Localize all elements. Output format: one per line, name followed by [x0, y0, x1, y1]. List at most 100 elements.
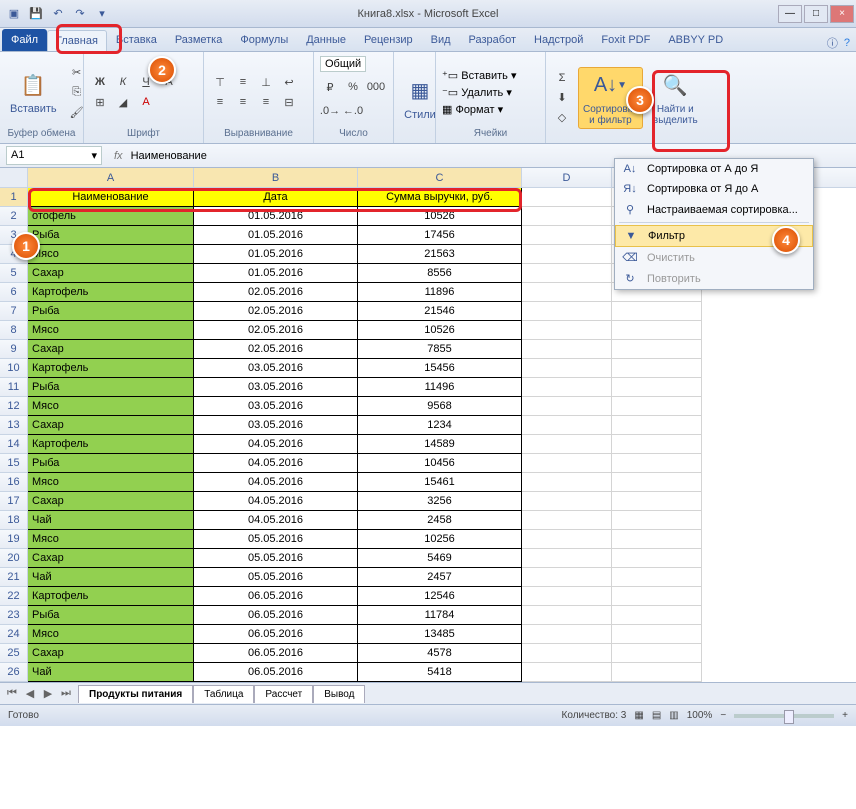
menu-custom-sort[interactable]: ⚲Настраиваемая сортировка...	[615, 199, 813, 220]
tab-file[interactable]: Файл	[2, 29, 47, 51]
qat-more-icon[interactable]: ▾	[92, 4, 112, 24]
cell[interactable]	[612, 492, 702, 511]
cell[interactable]	[522, 492, 612, 511]
cell[interactable]	[522, 530, 612, 549]
cell[interactable]: Сахар	[28, 492, 194, 511]
cell[interactable]: Сахар	[28, 264, 194, 283]
cell[interactable]	[522, 302, 612, 321]
align-center-icon[interactable]: ≡	[233, 93, 253, 111]
decrease-decimal-icon[interactable]: ←.0	[343, 102, 363, 120]
close-button[interactable]: ×	[830, 5, 854, 23]
cell[interactable]: Чай	[28, 511, 194, 530]
header-cell[interactable]: Дата	[194, 188, 358, 207]
row-header[interactable]: 15	[0, 454, 28, 473]
cell[interactable]	[612, 378, 702, 397]
tab-view[interactable]: Вид	[422, 29, 460, 51]
tab-data[interactable]: Данные	[297, 29, 355, 51]
cell[interactable]	[522, 663, 612, 682]
view-normal-icon[interactable]: ▦	[634, 710, 643, 721]
cell[interactable]: 1234	[358, 416, 522, 435]
col-header-B[interactable]: B	[194, 168, 358, 187]
cell[interactable]	[522, 226, 612, 245]
cell[interactable]: 01.05.2016	[194, 226, 358, 245]
cell[interactable]	[612, 587, 702, 606]
name-box[interactable]: A1▾	[6, 146, 102, 165]
cell[interactable]: 02.05.2016	[194, 283, 358, 302]
row-header[interactable]: 16	[0, 473, 28, 492]
minimize-ribbon-icon[interactable]: ⓘ	[827, 35, 838, 51]
cell[interactable]	[522, 359, 612, 378]
cell[interactable]	[612, 473, 702, 492]
align-left-icon[interactable]: ≡	[210, 93, 230, 111]
cell[interactable]: Рыба	[28, 378, 194, 397]
row-header[interactable]: 11	[0, 378, 28, 397]
sheet-tab-3[interactable]: Вывод	[313, 685, 365, 703]
align-top-icon[interactable]: ⊤	[210, 73, 230, 91]
row-header[interactable]: 1	[0, 188, 28, 207]
paste-button[interactable]: 📋 Вставить	[6, 67, 61, 117]
cell[interactable]	[522, 435, 612, 454]
cell[interactable]	[612, 359, 702, 378]
cell[interactable]: 06.05.2016	[194, 625, 358, 644]
col-header-A[interactable]: A	[28, 168, 194, 187]
cell[interactable]	[612, 302, 702, 321]
clear-icon[interactable]: ◇	[552, 109, 572, 127]
cell[interactable]	[612, 321, 702, 340]
menu-sort-az[interactable]: А↓Сортировка от А до Я	[615, 159, 813, 179]
cell[interactable]: Картофель	[28, 283, 194, 302]
cell[interactable]: Мясо	[28, 321, 194, 340]
cell[interactable]: Картофель	[28, 587, 194, 606]
tab-formulas[interactable]: Формулы	[231, 29, 297, 51]
cell[interactable]	[522, 625, 612, 644]
number-format-dropdown[interactable]: Общий	[320, 56, 366, 72]
cell[interactable]	[612, 606, 702, 625]
cell[interactable]: 15456	[358, 359, 522, 378]
cell[interactable]	[522, 188, 612, 207]
increase-decimal-icon[interactable]: .0→	[320, 102, 340, 120]
cell[interactable]: Чай	[28, 568, 194, 587]
cell[interactable]: 01.05.2016	[194, 245, 358, 264]
chevron-down-icon[interactable]: ▾	[91, 149, 97, 162]
view-pagebreak-icon[interactable]: ▥	[669, 710, 678, 721]
maximize-button[interactable]: □	[804, 5, 828, 23]
row-header[interactable]: 7	[0, 302, 28, 321]
row-header[interactable]: 21	[0, 568, 28, 587]
font-color-icon[interactable]: A	[136, 93, 156, 111]
cell[interactable]	[612, 625, 702, 644]
header-cell[interactable]: Наименование	[28, 188, 194, 207]
tab-home[interactable]: Главная	[47, 30, 107, 51]
cell[interactable]: 06.05.2016	[194, 644, 358, 663]
sheet-first-icon[interactable]: ⏮	[4, 687, 20, 700]
cell[interactable]	[522, 587, 612, 606]
cell[interactable]: 10526	[358, 321, 522, 340]
cell[interactable]: Мясо	[28, 245, 194, 264]
row-header[interactable]: 24	[0, 625, 28, 644]
redo-icon[interactable]: ↷	[70, 4, 90, 24]
row-header[interactable]: 17	[0, 492, 28, 511]
cell[interactable]: Рыба	[28, 454, 194, 473]
zoom-level[interactable]: 100%	[687, 710, 713, 721]
cell[interactable]	[522, 283, 612, 302]
cell[interactable]	[522, 568, 612, 587]
cell[interactable]	[612, 663, 702, 682]
tab-addins[interactable]: Надстрой	[525, 29, 592, 51]
cell[interactable]: 21546	[358, 302, 522, 321]
row-header[interactable]: 25	[0, 644, 28, 663]
cell[interactable]: Картофель	[28, 359, 194, 378]
zoom-in-icon[interactable]: +	[842, 710, 848, 721]
align-middle-icon[interactable]: ≡	[233, 73, 253, 91]
percent-icon[interactable]: %	[343, 78, 363, 96]
cell[interactable]: 03.05.2016	[194, 378, 358, 397]
align-bottom-icon[interactable]: ⊥	[256, 73, 276, 91]
cell[interactable]: 3256	[358, 492, 522, 511]
save-icon[interactable]: 💾	[26, 4, 46, 24]
cell[interactable]: 05.05.2016	[194, 568, 358, 587]
italic-icon[interactable]: К	[113, 73, 133, 91]
tab-insert[interactable]: Вставка	[107, 29, 166, 51]
cell[interactable]: 15461	[358, 473, 522, 492]
format-cells-button[interactable]: ▦ Формат ▾	[442, 103, 516, 116]
cell[interactable]	[612, 644, 702, 663]
cell[interactable]	[612, 397, 702, 416]
tab-review[interactable]: Рецензир	[355, 29, 422, 51]
row-header[interactable]: 22	[0, 587, 28, 606]
